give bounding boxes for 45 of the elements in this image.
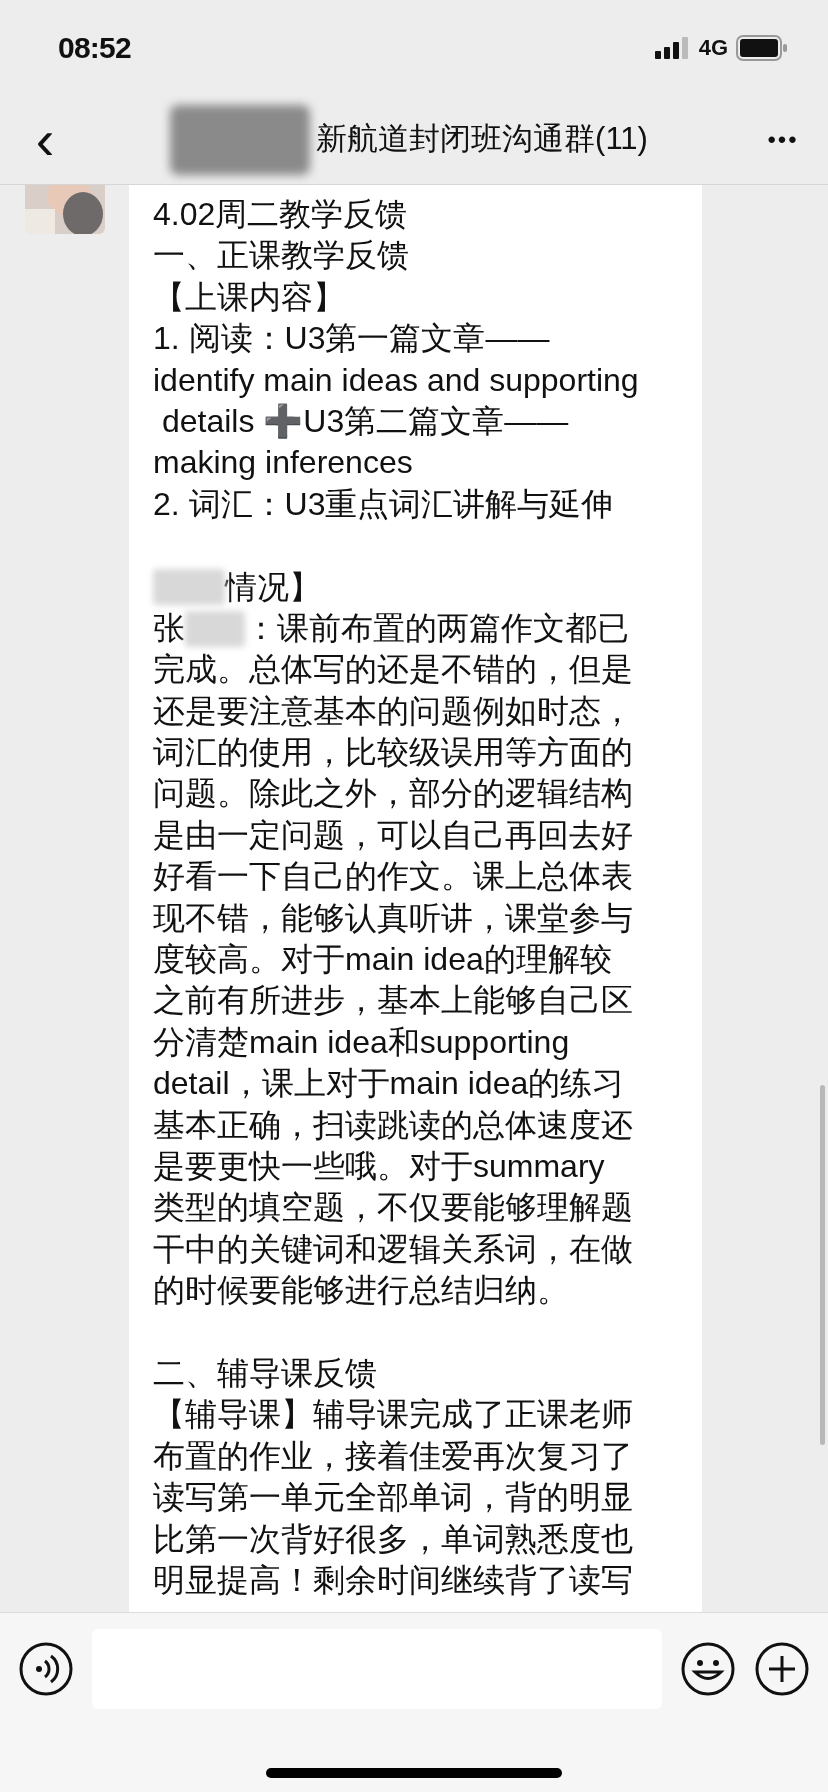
message-line: 基本正确，扫读跳读的总体速度还 bbox=[153, 1105, 634, 1145]
signal-icon bbox=[654, 36, 691, 59]
message-line: 明显提高！剩余时间继续背了读写 bbox=[153, 1560, 634, 1600]
message-line: 现不错，能够认真听讲，课堂参与 bbox=[153, 898, 634, 938]
message-text: 张 bbox=[153, 608, 185, 648]
message-line: 类型的填空题，不仅要能够理解题 bbox=[153, 1188, 634, 1228]
network-type: 4G bbox=[698, 34, 728, 62]
message-line: detail，课上对于main idea的练习 bbox=[153, 1064, 626, 1104]
message-text: ：课前布置的两篇作文都已 bbox=[245, 608, 629, 648]
message-line: 1. 阅读：U3第一篇文章—— bbox=[153, 319, 551, 359]
clock-time: 08:52 bbox=[58, 30, 131, 66]
message-line: 分清楚main idea和supporting bbox=[153, 1022, 571, 1062]
message-line: 一、正课教学反馈 bbox=[153, 236, 410, 276]
back-button[interactable]: ‹ bbox=[0, 95, 90, 184]
message-line: 2. 词汇：U3重点词汇讲解与延伸 bbox=[153, 484, 615, 524]
message-line: identify main ideas and supporting bbox=[153, 360, 640, 400]
message-line: 完成。总体写的还是不错的，但是 bbox=[153, 650, 634, 690]
battery-icon bbox=[736, 34, 788, 61]
message-line: 读写第一单元全部单词，背的明显 bbox=[153, 1478, 634, 1518]
message-line: 之前有所进步，基本上能够自己区 bbox=[153, 981, 634, 1021]
message-line: details ➕U3第二篇文章—— bbox=[160, 401, 570, 441]
message-line: 【上课内容】 bbox=[153, 277, 346, 317]
message-line: 是要更快一些哦。对于summary bbox=[153, 1147, 606, 1186]
message-line: 二、辅导课反馈 bbox=[153, 1353, 378, 1393]
emoji-icon[interactable] bbox=[680, 1641, 736, 1697]
more-button[interactable]: ••• bbox=[738, 95, 828, 184]
message-line: making inferences bbox=[153, 443, 414, 483]
message-line: 【辅导课】辅导课完成了正课老师 bbox=[153, 1395, 634, 1435]
redaction-smudge bbox=[185, 610, 245, 647]
message-line: 还是要注意基本的问题例如时态， bbox=[153, 691, 634, 731]
message-line: 是由一定问题，可以自己再回去好 bbox=[153, 815, 634, 855]
message-text: 情况】 bbox=[225, 567, 321, 607]
redaction-smudge bbox=[153, 569, 225, 606]
chat-title: 新航道封闭班沟通群(11) bbox=[316, 120, 648, 159]
message-line: 比第一次背好很多，单词熟悉度也 bbox=[153, 1519, 634, 1559]
plus-icon[interactable] bbox=[754, 1641, 810, 1697]
voice-icon[interactable] bbox=[18, 1641, 74, 1697]
message-line: 好看一下自己的作文。课上总体表 bbox=[153, 857, 634, 897]
message-line: 词汇的使用，比较级误用等方面的 bbox=[153, 733, 634, 773]
message-line: 布置的作业，接着佳爱再次复习了 bbox=[153, 1436, 634, 1476]
message-line: 干中的关键词和逻辑关系词，在做 bbox=[153, 1229, 634, 1269]
message-line: 问题。除此之外，部分的逻辑结构 bbox=[153, 774, 634, 814]
message-line: 的时候要能够进行总结归纳。 bbox=[153, 1271, 570, 1311]
message-line: 度较高。对于main idea的理解较 bbox=[153, 940, 613, 980]
message-line: 4.02周二教学反馈 bbox=[153, 195, 409, 234]
